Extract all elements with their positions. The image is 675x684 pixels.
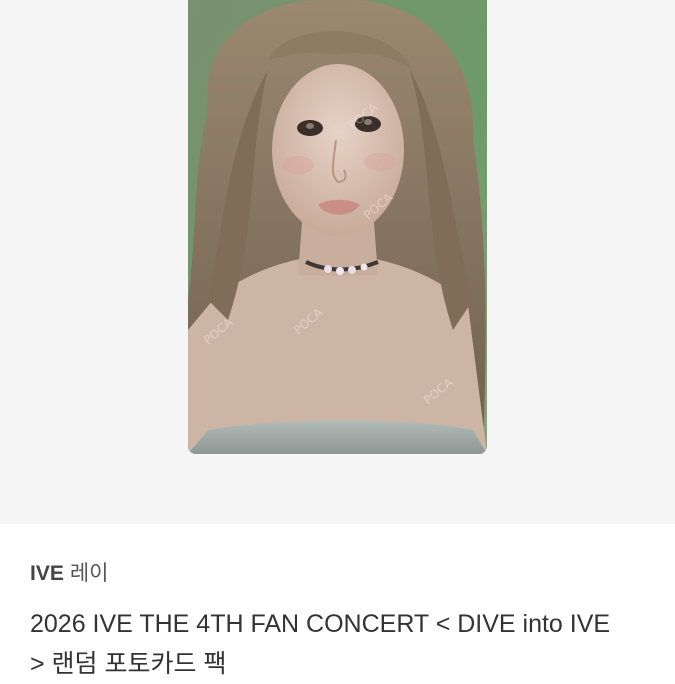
product-info: IVE 레이 2026 IVE THE 4TH FAN CONCERT < DIV… [30, 560, 655, 684]
artist-member-line: IVE 레이 [30, 560, 655, 590]
photocard-illustration: POCA POCA POCA POCA POCA [188, 0, 487, 454]
product-title: 2026 IVE THE 4TH FAN CONCERT < DIVE into… [30, 610, 611, 678]
photocard-image[interactable]: POCA POCA POCA POCA POCA [188, 0, 487, 454]
artist-name[interactable]: IVE [30, 562, 64, 585]
member-name: 레이 [69, 562, 109, 585]
product-image-area: POCA POCA POCA POCA POCA [0, 0, 675, 524]
